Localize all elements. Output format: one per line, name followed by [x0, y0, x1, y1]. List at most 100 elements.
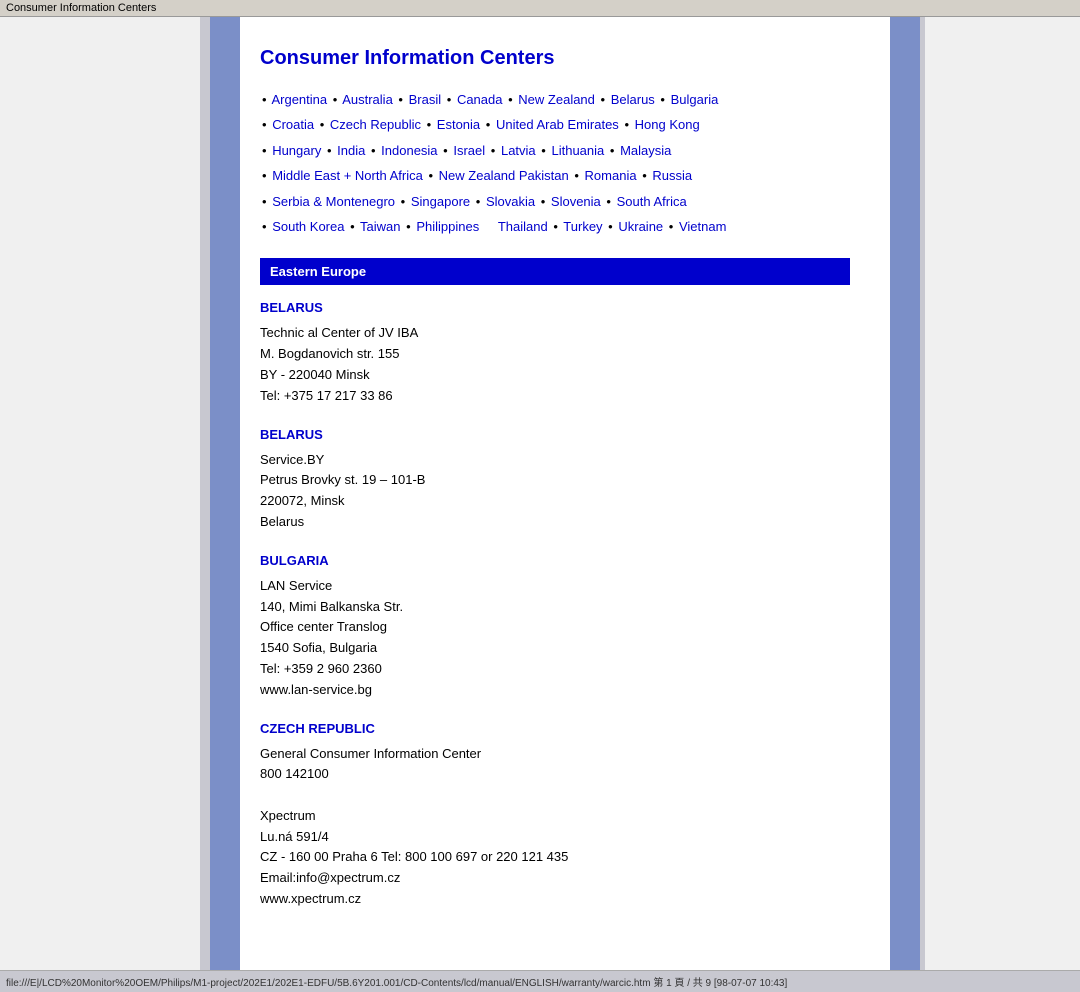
link-hungary[interactable]: Hungary	[272, 143, 321, 158]
address-line: 140, Mimi Balkanska Str.	[260, 597, 850, 618]
address-line: Belarus	[260, 512, 850, 533]
bullet: •	[660, 92, 665, 107]
bullet: •	[541, 143, 546, 158]
nav-row-2: • Croatia • Czech Republic • Estonia • U…	[260, 113, 850, 136]
main-content: Consumer Information Centers • Argentina…	[240, 17, 890, 970]
address-line: Email:info@xpectrum.cz	[260, 868, 850, 889]
bottom-bar: file:///E|/LCD%20Monitor%20OEM/Philips/M…	[0, 970, 1080, 992]
link-south-korea[interactable]: South Korea	[272, 219, 344, 234]
bullet: •	[398, 92, 403, 107]
title-bar-label: Consumer Information Centers	[6, 2, 156, 14]
address-line: Service.BY	[260, 450, 850, 471]
nav-row-5: • Serbia & Montenegro • Singapore • Slov…	[260, 190, 850, 213]
link-indonesia[interactable]: Indonesia	[381, 143, 437, 158]
address-line: 1540 Sofia, Bulgaria	[260, 638, 850, 659]
address-line: BY - 220040 Minsk	[260, 365, 850, 386]
link-estonia[interactable]: Estonia	[437, 117, 480, 132]
link-south-africa[interactable]: South Africa	[617, 194, 687, 209]
address-line: LAN Service	[260, 576, 850, 597]
link-new-zealand-pakistan[interactable]: New Zealand Pakistan	[439, 168, 569, 183]
address-line: Technic al Center of JV IBA	[260, 323, 850, 344]
link-new-zealand[interactable]: New Zealand	[518, 92, 595, 107]
nav-row-4: • Middle East + North Africa • New Zeala…	[260, 164, 850, 187]
address-line	[260, 785, 850, 806]
link-slovenia[interactable]: Slovenia	[551, 194, 601, 209]
bullet: •	[491, 143, 496, 158]
link-middle-east[interactable]: Middle East + North Africa	[272, 168, 423, 183]
link-philippines[interactable]: Philippines	[416, 219, 479, 234]
bullet: •	[371, 143, 376, 158]
section-header-eastern-europe: Eastern Europe	[260, 258, 850, 285]
bullet: •	[262, 117, 267, 132]
bullet: •	[333, 92, 338, 107]
link-ukraine[interactable]: Ukraine	[618, 219, 663, 234]
link-taiwan[interactable]: Taiwan	[360, 219, 400, 234]
left-sidebar-blue	[210, 17, 240, 970]
bullet: •	[553, 219, 558, 234]
bullet: •	[508, 92, 513, 107]
link-canada[interactable]: Canada	[457, 92, 503, 107]
bullet: •	[601, 92, 606, 107]
link-singapore[interactable]: Singapore	[411, 194, 470, 209]
address-line: Tel: +375 17 217 33 86	[260, 386, 850, 407]
link-vietnam[interactable]: Vietnam	[679, 219, 726, 234]
bullet: •	[476, 194, 481, 209]
address-line: www.xpectrum.cz	[260, 889, 850, 910]
link-hong-kong[interactable]: Hong Kong	[635, 117, 700, 132]
bullet: •	[406, 219, 411, 234]
country-label-belarus-2: BELARUS	[260, 427, 850, 442]
link-thailand[interactable]: Thailand	[498, 219, 548, 234]
bullet: •	[610, 143, 615, 158]
address-line: 800 142100	[260, 764, 850, 785]
title-bar: Consumer Information Centers	[0, 0, 1080, 17]
right-sidebar-blue	[890, 17, 920, 970]
bullet: •	[443, 143, 448, 158]
address-line: Petrus Brovky st. 19 – 101-B	[260, 470, 850, 491]
link-india[interactable]: India	[337, 143, 365, 158]
bullet: •	[608, 219, 613, 234]
link-russia[interactable]: Russia	[652, 168, 692, 183]
link-australia[interactable]: Australia	[342, 92, 393, 107]
bullet: •	[427, 117, 432, 132]
left-sidebar	[0, 17, 240, 970]
bullet: •	[350, 219, 355, 234]
link-latvia[interactable]: Latvia	[501, 143, 536, 158]
link-argentina[interactable]: Argentina	[271, 92, 327, 107]
link-israel[interactable]: Israel	[453, 143, 485, 158]
bullet: •	[262, 168, 267, 183]
address-line: Xpectrum	[260, 806, 850, 827]
link-malaysia[interactable]: Malaysia	[620, 143, 671, 158]
spacer	[487, 219, 491, 234]
link-uae[interactable]: United Arab Emirates	[496, 117, 619, 132]
address-block-bulgaria: LAN Service 140, Mimi Balkanska Str. Off…	[260, 576, 850, 701]
bullet: •	[669, 219, 674, 234]
address-line: M. Bogdanovich str. 155	[260, 344, 850, 365]
link-brasil[interactable]: Brasil	[409, 92, 442, 107]
link-turkey[interactable]: Turkey	[563, 219, 602, 234]
bullet: •	[447, 92, 452, 107]
bullet: •	[642, 168, 647, 183]
bullet: •	[262, 143, 267, 158]
link-czech-republic[interactable]: Czech Republic	[330, 117, 421, 132]
right-sidebar-white	[925, 17, 1080, 970]
nav-row-1: • Argentina • Australia • Brasil • Canad…	[260, 88, 850, 111]
link-lithuania[interactable]: Lithuania	[551, 143, 604, 158]
bullet: •	[606, 194, 611, 209]
nav-row-3: • Hungary • India • Indonesia • Israel •…	[260, 139, 850, 162]
address-line: Tel: +359 2 960 2360	[260, 659, 850, 680]
country-label-belarus-1: BELARUS	[260, 300, 850, 315]
page-title: Consumer Information Centers	[260, 47, 850, 70]
right-sidebar	[890, 17, 1080, 970]
link-bulgaria[interactable]: Bulgaria	[671, 92, 719, 107]
bullet: •	[486, 117, 491, 132]
link-croatia[interactable]: Croatia	[272, 117, 314, 132]
link-slovakia[interactable]: Slovakia	[486, 194, 535, 209]
country-label-bulgaria: BULGARIA	[260, 553, 850, 568]
bullet: •	[428, 168, 433, 183]
link-romania[interactable]: Romania	[585, 168, 637, 183]
link-serbia[interactable]: Serbia & Montenegro	[272, 194, 395, 209]
link-belarus[interactable]: Belarus	[611, 92, 655, 107]
page-wrapper: Consumer Information Centers • Argentina…	[0, 17, 1080, 970]
nav-links: • Argentina • Australia • Brasil • Canad…	[260, 88, 850, 238]
bullet: •	[574, 168, 579, 183]
